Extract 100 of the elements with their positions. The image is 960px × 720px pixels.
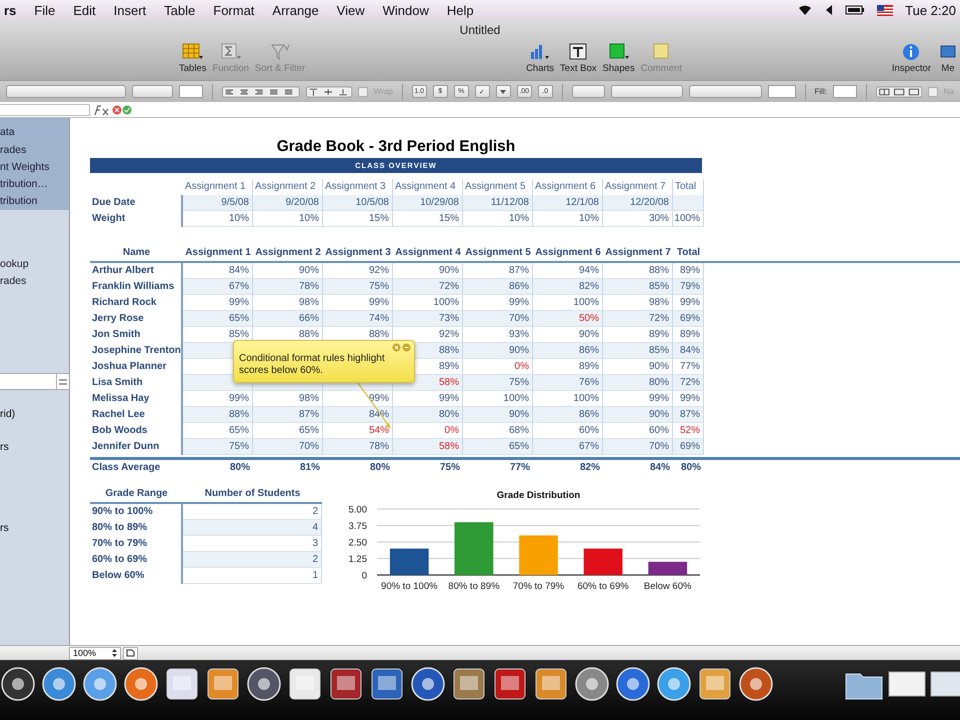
table-cell: 100%: [673, 211, 704, 227]
toolbar-button[interactable]: Text Box: [557, 43, 600, 74]
table-cell: 69%: [673, 311, 704, 327]
table-cell: 86%: [533, 343, 603, 359]
table-cell: 15%: [323, 211, 393, 227]
table-cell: 15%: [393, 211, 463, 227]
table-cell: 75%: [323, 279, 393, 295]
table-cell: 87%: [253, 407, 323, 423]
table-cell: 30%: [603, 211, 673, 227]
table-cell: 74%: [323, 311, 393, 327]
table-cell-text: 80%: [368, 461, 391, 475]
table-cell: 4: [183, 520, 322, 536]
table-cell-text: 75%: [438, 461, 461, 475]
toolbar-button[interactable]: Shapes: [599, 43, 638, 74]
column-header: Assignment 3: [324, 246, 392, 260]
column-header: Assignment 6: [534, 246, 602, 260]
table-cell-text: 84%: [648, 461, 671, 475]
style-list-item[interactable]: rs: [0, 441, 69, 455]
toolbar-button[interactable]: Charts: [523, 43, 558, 74]
window-title: Untitled: [460, 23, 500, 37]
table-cell: 70%: [463, 311, 533, 327]
axis-category-label: 60% to 69%: [577, 581, 629, 592]
menu-item[interactable]: File: [25, 2, 64, 18]
menu-item[interactable]: Format: [204, 2, 264, 18]
table-cell-text: 80%: [680, 461, 702, 475]
menu-item[interactable]: Arrange: [263, 2, 328, 18]
table-cell: 67%: [183, 279, 253, 295]
table-cell: 90%: [463, 343, 533, 359]
table-cell: 67%: [533, 439, 603, 455]
comment-text: Conditional format rules highlight scores below 60%.: [239, 353, 386, 377]
table-cell: 87%: [673, 407, 704, 423]
table-cell: 75%: [183, 439, 253, 455]
sheet-list-item[interactable]: tribution…: [0, 176, 69, 193]
table-cell: 90%: [603, 407, 673, 423]
table-cell: 90%: [463, 407, 533, 423]
axis-tick-label: 0: [362, 570, 367, 582]
chart-title: Grade Distribution: [496, 490, 580, 501]
style-list-item[interactable]: rs: [0, 522, 69, 536]
menu-item[interactable]: Insert: [104, 2, 156, 18]
menu-clock[interactable]: Tue 2:20: [905, 2, 956, 18]
table-cell: 82%: [533, 279, 603, 295]
toolbar-button[interactable]: Inspector: [888, 43, 934, 74]
axis-tick-label: 5.00: [348, 504, 367, 516]
table-cell: 1: [183, 568, 322, 584]
row-header: Below 60%: [90, 568, 183, 584]
axis-category-label: Below 60%: [644, 581, 692, 592]
table-cell-text: 80%: [228, 461, 251, 475]
table-cell: 66%: [253, 311, 323, 327]
table-cell: 75%: [463, 375, 533, 391]
table-cell: 10/5/08: [323, 195, 393, 211]
table-cell-text: 77%: [508, 461, 531, 475]
table-cell: 12/1/08: [533, 195, 603, 211]
table-cell: 79%: [673, 279, 704, 295]
menu-item[interactable]: Edit: [64, 2, 105, 18]
menu-item[interactable]: Window: [374, 2, 438, 18]
column-header: Assignment 7: [604, 246, 672, 260]
table-cell: 70%: [603, 439, 673, 455]
sheet-list-item[interactable]: ata: [0, 118, 69, 142]
menu-item[interactable]: Table: [155, 2, 204, 18]
column-header: Name: [122, 246, 152, 260]
sheet-list-item[interactable]: tribution: [0, 193, 69, 210]
column-header: Assignment 1: [184, 246, 252, 260]
column-header: Assignment 2: [254, 246, 322, 260]
sheet-title: Grade Book - 3rd Period English: [276, 138, 516, 155]
table-cell: 65%: [183, 311, 253, 327]
menu-item[interactable]: Help: [438, 2, 483, 18]
table-cell: 10%: [533, 211, 603, 227]
axis-category-label: 70% to 79%: [512, 581, 564, 592]
column-header: Assignment 4: [394, 246, 462, 260]
sheet-list-item[interactable]: rades: [0, 273, 69, 290]
table-cell: 72%: [393, 279, 463, 295]
table-cell: 84%: [673, 343, 704, 359]
toolbar-button[interactable]: Tables: [176, 43, 210, 74]
table-cell: 9/5/08: [183, 195, 253, 211]
table-cell: 2: [183, 552, 322, 568]
table-cell: 11/12/08: [463, 195, 533, 211]
table-cell: 78%: [253, 279, 323, 295]
row-header: Weight: [90, 211, 183, 227]
axis-tick-label: 2.50: [348, 538, 367, 548]
table-cell: 73%: [393, 311, 463, 327]
toolbar-button[interactable]: Me: [936, 43, 960, 74]
sheet-list-item[interactable]: nt Weights: [0, 159, 69, 176]
sheet-list-item[interactable]: ookup: [0, 256, 69, 273]
table-cell: 85%: [603, 279, 673, 295]
table-cell: 72%: [673, 375, 704, 391]
table-cell-text: 81%: [298, 461, 321, 475]
axis-category-label: 80% to 89%: [448, 581, 500, 592]
zoom-select[interactable]: 100%: [69, 646, 121, 660]
table-cell: 10%: [253, 211, 323, 227]
fill-label: Fill:: [814, 87, 827, 96]
axis-category-label: 90% to 100%: [381, 581, 438, 592]
table-cell: 88%: [183, 407, 253, 423]
style-list-item[interactable]: rid): [0, 408, 69, 422]
menu-item[interactable]: View: [328, 2, 374, 18]
table-cell: 69%: [673, 439, 704, 455]
menu-item[interactable]: rs: [4, 2, 26, 18]
sheet-list-item[interactable]: rades: [0, 142, 69, 159]
axis-tick-label: 3.75: [348, 521, 367, 532]
table-cell: 80%: [393, 407, 463, 423]
table-cell: 10/29/08: [393, 195, 463, 211]
